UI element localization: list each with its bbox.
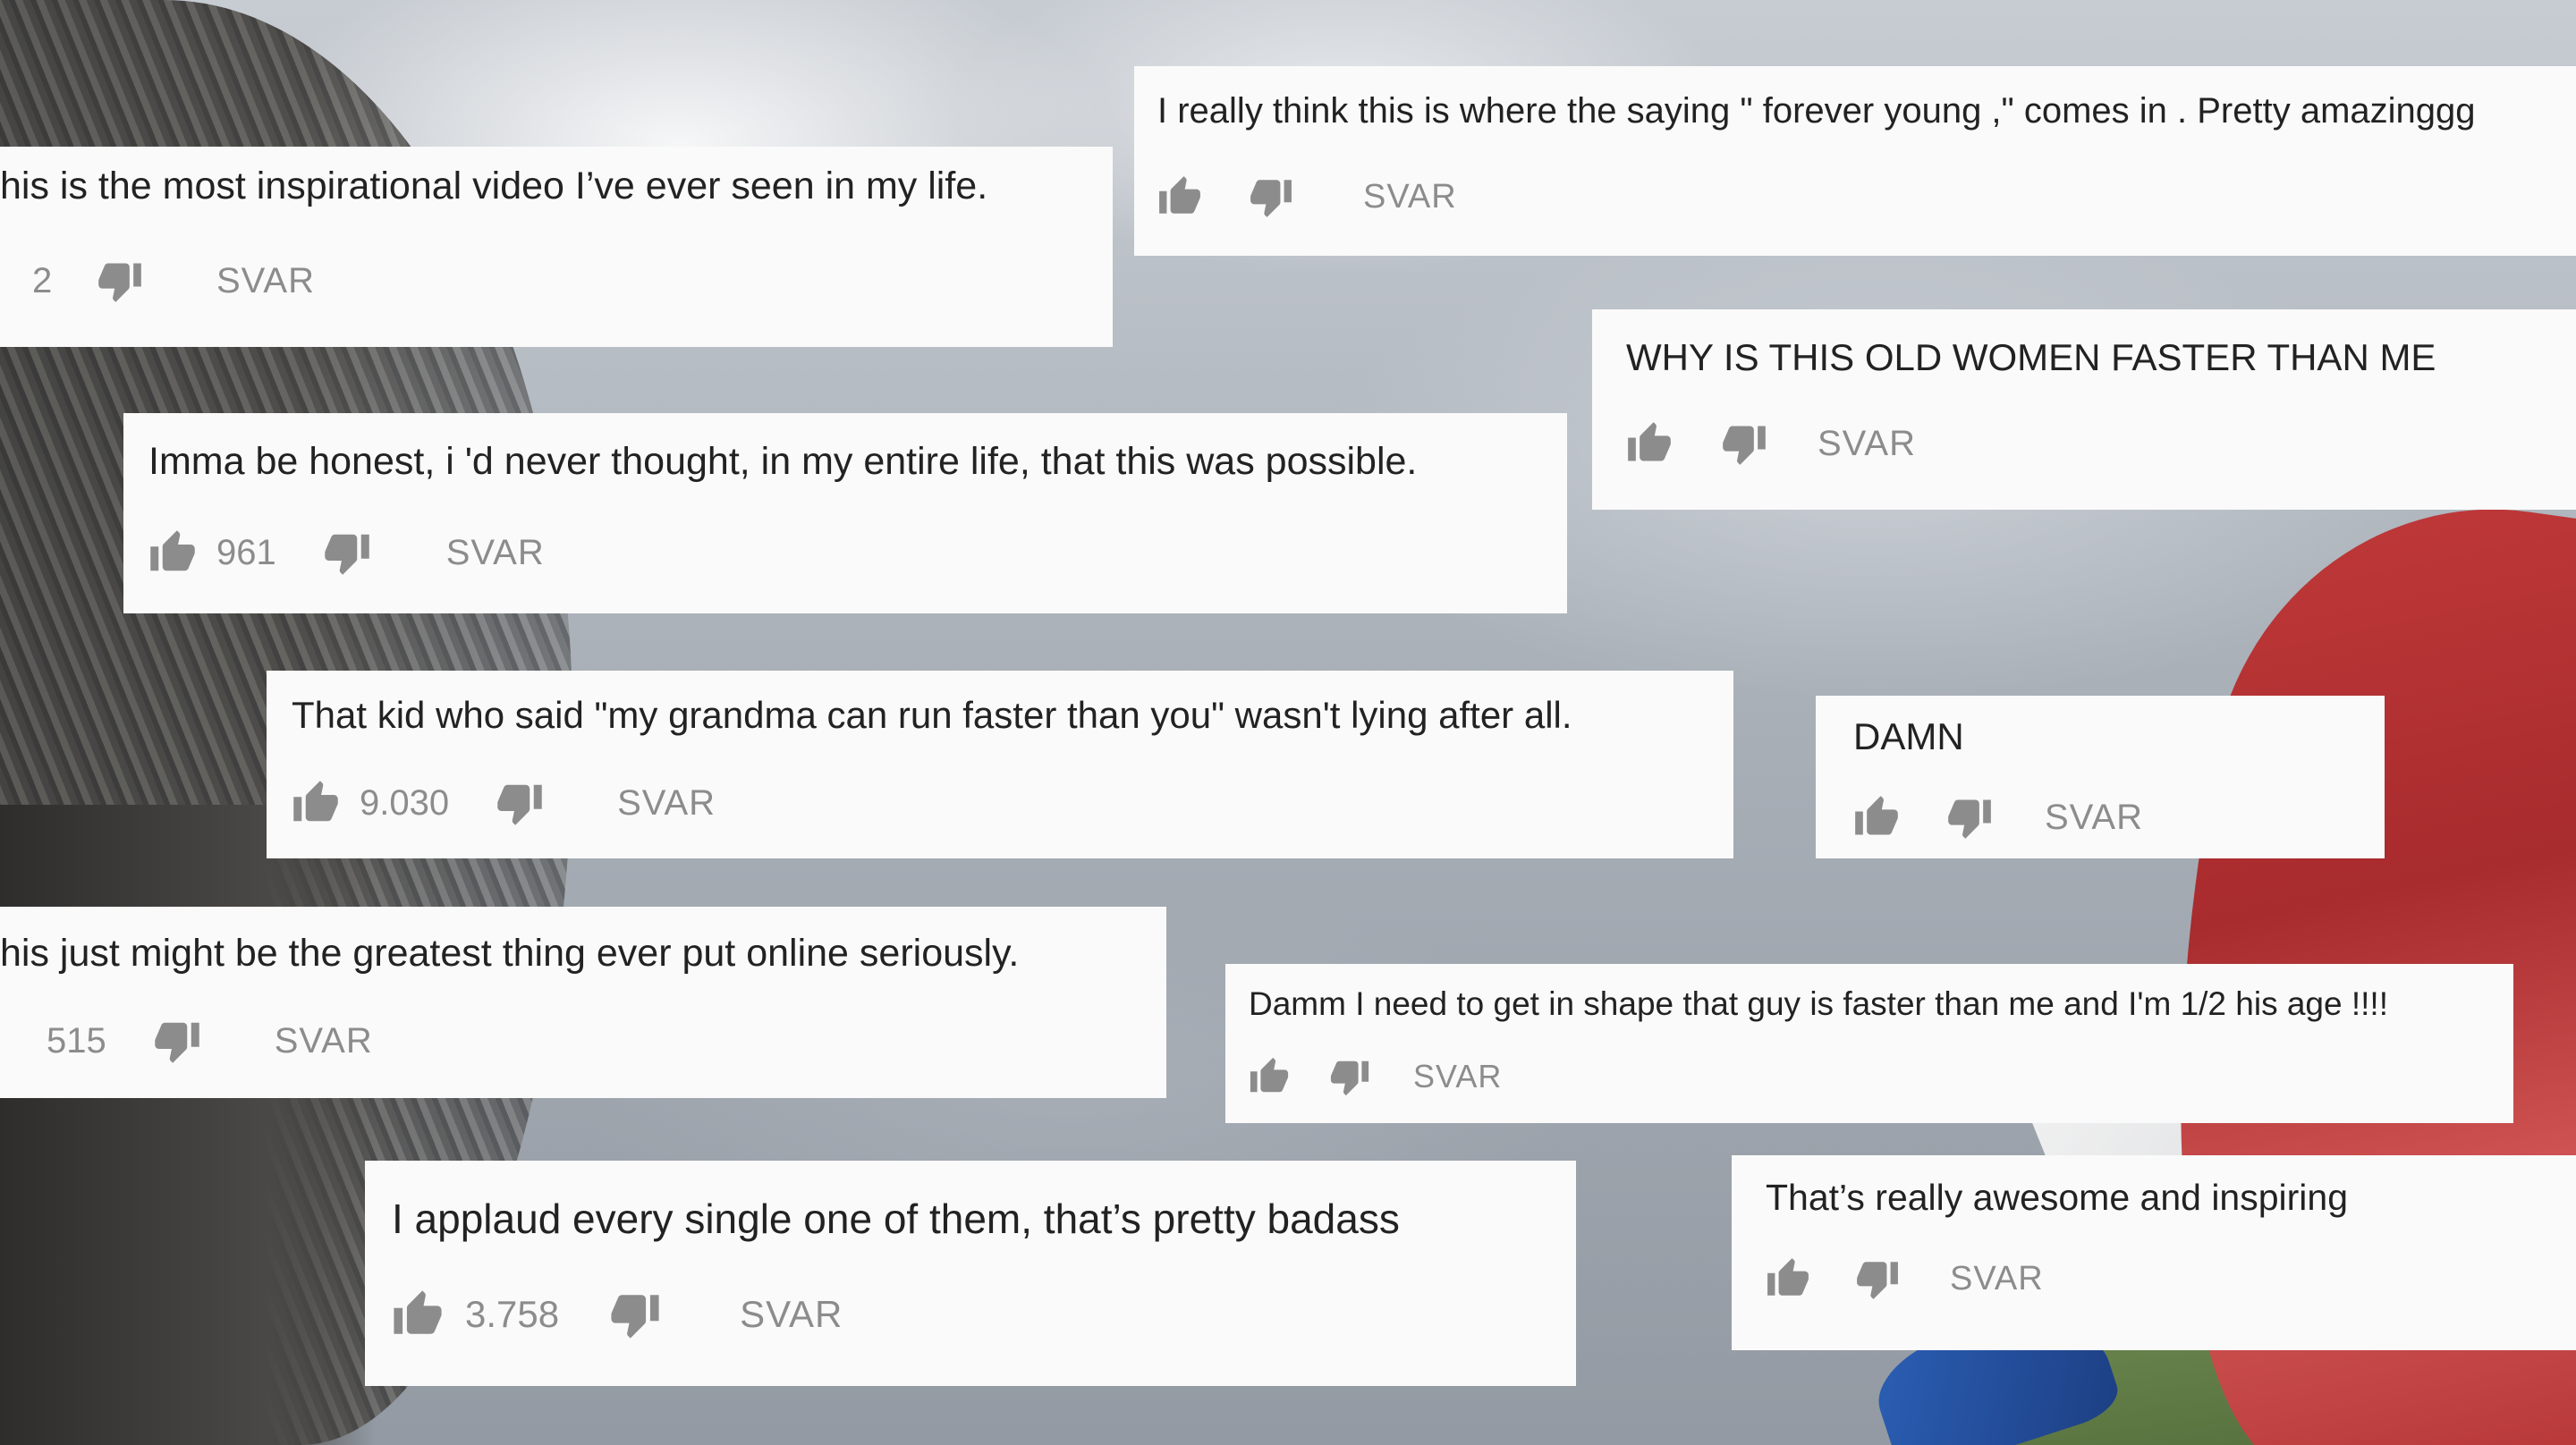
- thumbs-up-icon[interactable]: [1766, 1256, 1810, 1301]
- comment-text: WHY IS THIS OLD WOMEN FASTER THAN ME: [1626, 336, 2436, 378]
- comment-text: That’s really awesome and inspiring: [1766, 1177, 2349, 1218]
- comment-card: That’s really awesome and inspiring SVAR: [1732, 1155, 2576, 1350]
- thumbs-up-icon[interactable]: [1249, 1056, 1290, 1097]
- comment-text: That kid who said "my grandma can run fa…: [292, 694, 1572, 736]
- thumbs-up-icon[interactable]: [148, 528, 197, 577]
- thumbs-down-icon[interactable]: [1329, 1056, 1370, 1097]
- thumbs-up-icon[interactable]: [1853, 794, 1900, 841]
- comment-actions: SVAR: [1626, 417, 1916, 470]
- thumbs-up-icon[interactable]: [1157, 174, 1202, 219]
- like-count: 515: [47, 1020, 106, 1061]
- thumbs-up-icon[interactable]: [1626, 420, 1673, 467]
- thumbs-down-icon[interactable]: [1249, 174, 1293, 219]
- thumbs-down-icon[interactable]: [153, 1017, 201, 1065]
- comment-card: his just might be the greatest thing eve…: [0, 907, 1166, 1098]
- hair-shadow: [0, 805, 376, 1445]
- like-count: 2: [32, 260, 53, 300]
- reply-button[interactable]: SVAR: [740, 1293, 843, 1336]
- thumbs-down-icon[interactable]: [97, 258, 143, 304]
- thumbs-down-icon[interactable]: [496, 779, 544, 827]
- reply-button[interactable]: SVAR: [1950, 1260, 2044, 1298]
- comment-card: DAMN SVAR: [1816, 696, 2385, 858]
- comment-text: Damm I need to get in shape that guy is …: [1249, 985, 2388, 1022]
- comment-text: DAMN: [1853, 715, 1964, 757]
- thumbs-down-icon[interactable]: [1946, 794, 1993, 841]
- reply-button[interactable]: SVAR: [1413, 1058, 1502, 1095]
- comment-card: WHY IS THIS OLD WOMEN FASTER THAN ME SVA…: [1592, 309, 2576, 510]
- thumbs-down-icon[interactable]: [609, 1289, 661, 1340]
- comment-actions: SVAR: [1157, 170, 1457, 224]
- like-count: 961: [216, 532, 276, 572]
- comment-actions: SVAR: [1249, 1052, 1502, 1102]
- comment-card: I applaud every single one of them, that…: [365, 1161, 1576, 1386]
- like-count: 3.758: [465, 1293, 560, 1335]
- comment-card: I really think this is where the saying …: [1134, 66, 2576, 256]
- reply-button[interactable]: SVAR: [617, 783, 716, 824]
- comment-actions: 2 SVAR: [0, 254, 315, 308]
- comment-actions: 515 SVAR: [0, 1014, 373, 1068]
- comment-text: I applaud every single one of them, that…: [392, 1196, 1400, 1242]
- thumbs-down-icon[interactable]: [1721, 420, 1767, 467]
- comment-text: Imma be honest, i 'd never thought, in m…: [148, 440, 1418, 483]
- comment-card: Damm I need to get in shape that guy is …: [1225, 964, 2513, 1123]
- like-count: 9.030: [360, 782, 450, 823]
- comment-card: Imma be honest, i 'd never thought, in m…: [123, 413, 1567, 613]
- comment-card: his is the most inspirational video I’ve…: [0, 147, 1113, 347]
- comment-text: his just might be the greatest thing eve…: [0, 932, 1020, 975]
- comment-card: That kid who said "my grandma can run fa…: [267, 671, 1733, 858]
- comment-text: I really think this is where the saying …: [1157, 91, 2476, 131]
- comment-actions: 3.758 SVAR: [392, 1286, 843, 1343]
- comment-actions: SVAR: [1853, 790, 2143, 844]
- comment-actions: 961 SVAR: [148, 526, 545, 579]
- comment-text: his is the most inspirational video I’ve…: [0, 165, 988, 207]
- reply-button[interactable]: SVAR: [446, 533, 545, 573]
- comment-actions: SVAR: [1766, 1252, 2044, 1306]
- thumbs-down-icon[interactable]: [1855, 1256, 1900, 1301]
- thumbs-down-icon[interactable]: [323, 528, 371, 577]
- reply-button[interactable]: SVAR: [275, 1021, 373, 1061]
- thumbs-up-icon[interactable]: [292, 779, 340, 827]
- thumbs-up-icon[interactable]: [392, 1289, 444, 1340]
- reply-button[interactable]: SVAR: [216, 261, 315, 301]
- reply-button[interactable]: SVAR: [1363, 178, 1457, 216]
- comment-actions: 9.030 SVAR: [292, 776, 716, 830]
- reply-button[interactable]: SVAR: [2045, 798, 2143, 838]
- reply-button[interactable]: SVAR: [1818, 424, 1916, 464]
